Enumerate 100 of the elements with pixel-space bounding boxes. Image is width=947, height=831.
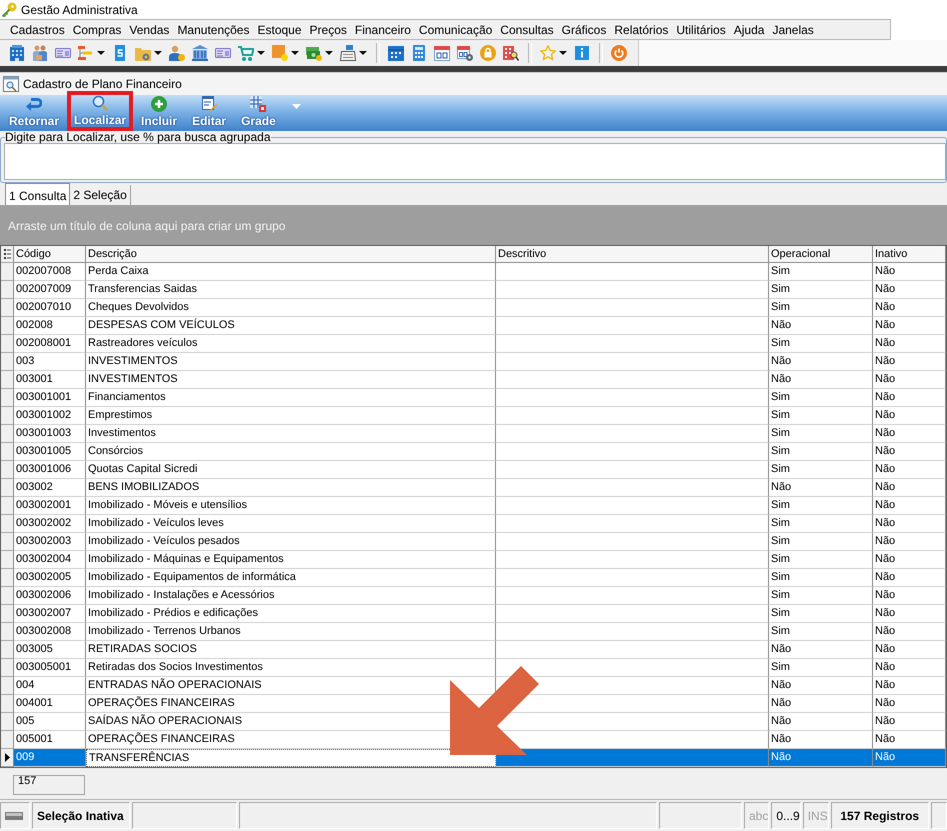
calendar-page-icon[interactable]	[434, 45, 450, 61]
column-header[interactable]: Descritivo	[496, 246, 769, 263]
table-cell: Não	[873, 659, 946, 677]
table-cell: 003002005	[14, 569, 86, 587]
card-icon[interactable]	[55, 45, 71, 61]
table-cell: DESPESAS COM VEÍCULOS	[86, 317, 496, 335]
menu-item[interactable]: Estoque	[253, 22, 306, 36]
table-cell: Não	[873, 695, 946, 713]
menu-item[interactable]: Compras	[68, 22, 126, 36]
menu-item[interactable]: Ajuda	[730, 22, 768, 36]
calendar-icon[interactable]	[388, 45, 404, 61]
table-cell: 003001003	[14, 425, 86, 443]
table-cell: Não	[873, 515, 946, 533]
table-cell: Não	[769, 641, 873, 659]
caret-icon[interactable]	[257, 51, 265, 55]
table-cell: 003002006	[14, 587, 86, 605]
building-search-icon[interactable]	[503, 45, 519, 61]
menu-item[interactable]: Janelas	[768, 22, 818, 36]
table-cell: Sim	[769, 281, 873, 299]
bank-icon[interactable]	[192, 45, 208, 61]
info-icon[interactable]	[574, 45, 590, 61]
table-cell: 004001	[14, 695, 86, 713]
folder-gear-icon[interactable]	[135, 45, 151, 61]
table-cell: Imobilizado - Terrenos Urbanos	[86, 623, 496, 641]
calculator-icon[interactable]	[411, 45, 427, 61]
table-cell: Sim	[769, 569, 873, 587]
calendar-gear-icon[interactable]	[457, 45, 473, 61]
table-cell: Imobilizado - Instalações e Acessórios	[86, 587, 496, 605]
people-icon[interactable]	[32, 45, 48, 61]
power-icon[interactable]	[611, 45, 627, 61]
menu-item[interactable]: Manutenções	[173, 22, 254, 36]
tray-icon	[5, 812, 23, 820]
table-cell: Quotas Capital Sicredi	[86, 461, 496, 479]
table-cell: BENS IMOBILIZADOS	[86, 479, 496, 497]
table-cell: 003002001	[14, 497, 86, 515]
card-icon[interactable]	[215, 45, 231, 61]
menu-item[interactable]: Relatórios	[610, 22, 672, 36]
table-cell: Não	[873, 623, 946, 641]
caret-icon[interactable]	[325, 51, 333, 55]
column-chooser-icon[interactable]	[4, 249, 10, 259]
table-cell: Não	[873, 335, 946, 353]
person-coin-icon[interactable]	[169, 45, 185, 61]
table-cell: Sim	[769, 551, 873, 569]
table-cell: Sim	[769, 443, 873, 461]
table-cell: Sim	[769, 659, 873, 677]
table-cell: Não	[769, 317, 873, 335]
caret-icon[interactable]	[559, 51, 567, 55]
table-cell: Sim	[769, 389, 873, 407]
table-cell: Sim	[769, 299, 873, 317]
cash-register-icon[interactable]	[340, 45, 356, 61]
column-header[interactable]: Inativo	[873, 246, 946, 263]
table-cell: 002007010	[14, 299, 86, 317]
table-cell: Não	[873, 497, 946, 515]
tab[interactable]: 1 Consulta	[5, 183, 70, 205]
table-cell: TRANSFERÊNCIAS	[86, 749, 496, 767]
table-cell: Imobilizado - Equipamentos de informática	[86, 569, 496, 587]
status-panel	[930, 802, 947, 829]
caret-icon[interactable]	[291, 51, 299, 55]
caret-icon[interactable]	[359, 51, 367, 55]
table-cell: RETIRADAS SOCIOS	[86, 641, 496, 659]
menu-item[interactable]: Preços	[306, 22, 351, 36]
table-cell: 003001002	[14, 407, 86, 425]
table-cell: 003001006	[14, 461, 86, 479]
menu-item[interactable]: Gráficos	[558, 22, 610, 36]
star-icon[interactable]	[540, 45, 556, 61]
building-icon[interactable]	[9, 45, 25, 61]
column-header[interactable]: Operacional	[769, 246, 873, 263]
document-icon[interactable]	[112, 45, 128, 61]
table-cell: Não	[769, 353, 873, 371]
menu-item[interactable]: Comunicação	[414, 22, 496, 36]
row-selector[interactable]	[1, 749, 14, 767]
status-indicator: 0...9	[771, 802, 801, 829]
table-cell: Não	[873, 461, 946, 479]
lock-icon[interactable]	[480, 45, 496, 61]
table-cell: Perda Caixa	[86, 263, 496, 281]
table-cell: 003001005	[14, 443, 86, 461]
table-cell: Não	[873, 425, 946, 443]
table-cell: Não	[873, 353, 946, 371]
table-cell: Financiamentos	[86, 389, 496, 407]
table-cell: 003002002	[14, 515, 86, 533]
column-header[interactable]: Descrição	[86, 246, 496, 263]
money-icon[interactable]	[306, 45, 322, 61]
tab[interactable]: 2 Seleção	[70, 185, 131, 205]
table-cell: Não	[873, 371, 946, 389]
summary-cell: 157	[13, 775, 85, 795]
table-cell: Sim	[769, 623, 873, 641]
search-field[interactable]	[4, 143, 946, 180]
caret-icon[interactable]	[97, 51, 105, 55]
table-cell: Não	[873, 317, 946, 335]
menu-item[interactable]: Vendas	[125, 22, 174, 36]
table-cell: Não	[769, 479, 873, 497]
table-cell: Sim	[769, 587, 873, 605]
menu-item[interactable]: Financeiro	[350, 22, 415, 36]
table-cell: 005	[14, 713, 86, 731]
menu-item[interactable]: Cadastros	[6, 22, 69, 36]
caret-icon[interactable]	[154, 51, 162, 55]
menu-item[interactable]: Utilitários	[672, 22, 730, 36]
column-header[interactable]: Código	[14, 246, 86, 263]
table-cell: 009	[14, 749, 86, 767]
menu-item[interactable]: Consultas	[496, 22, 558, 36]
